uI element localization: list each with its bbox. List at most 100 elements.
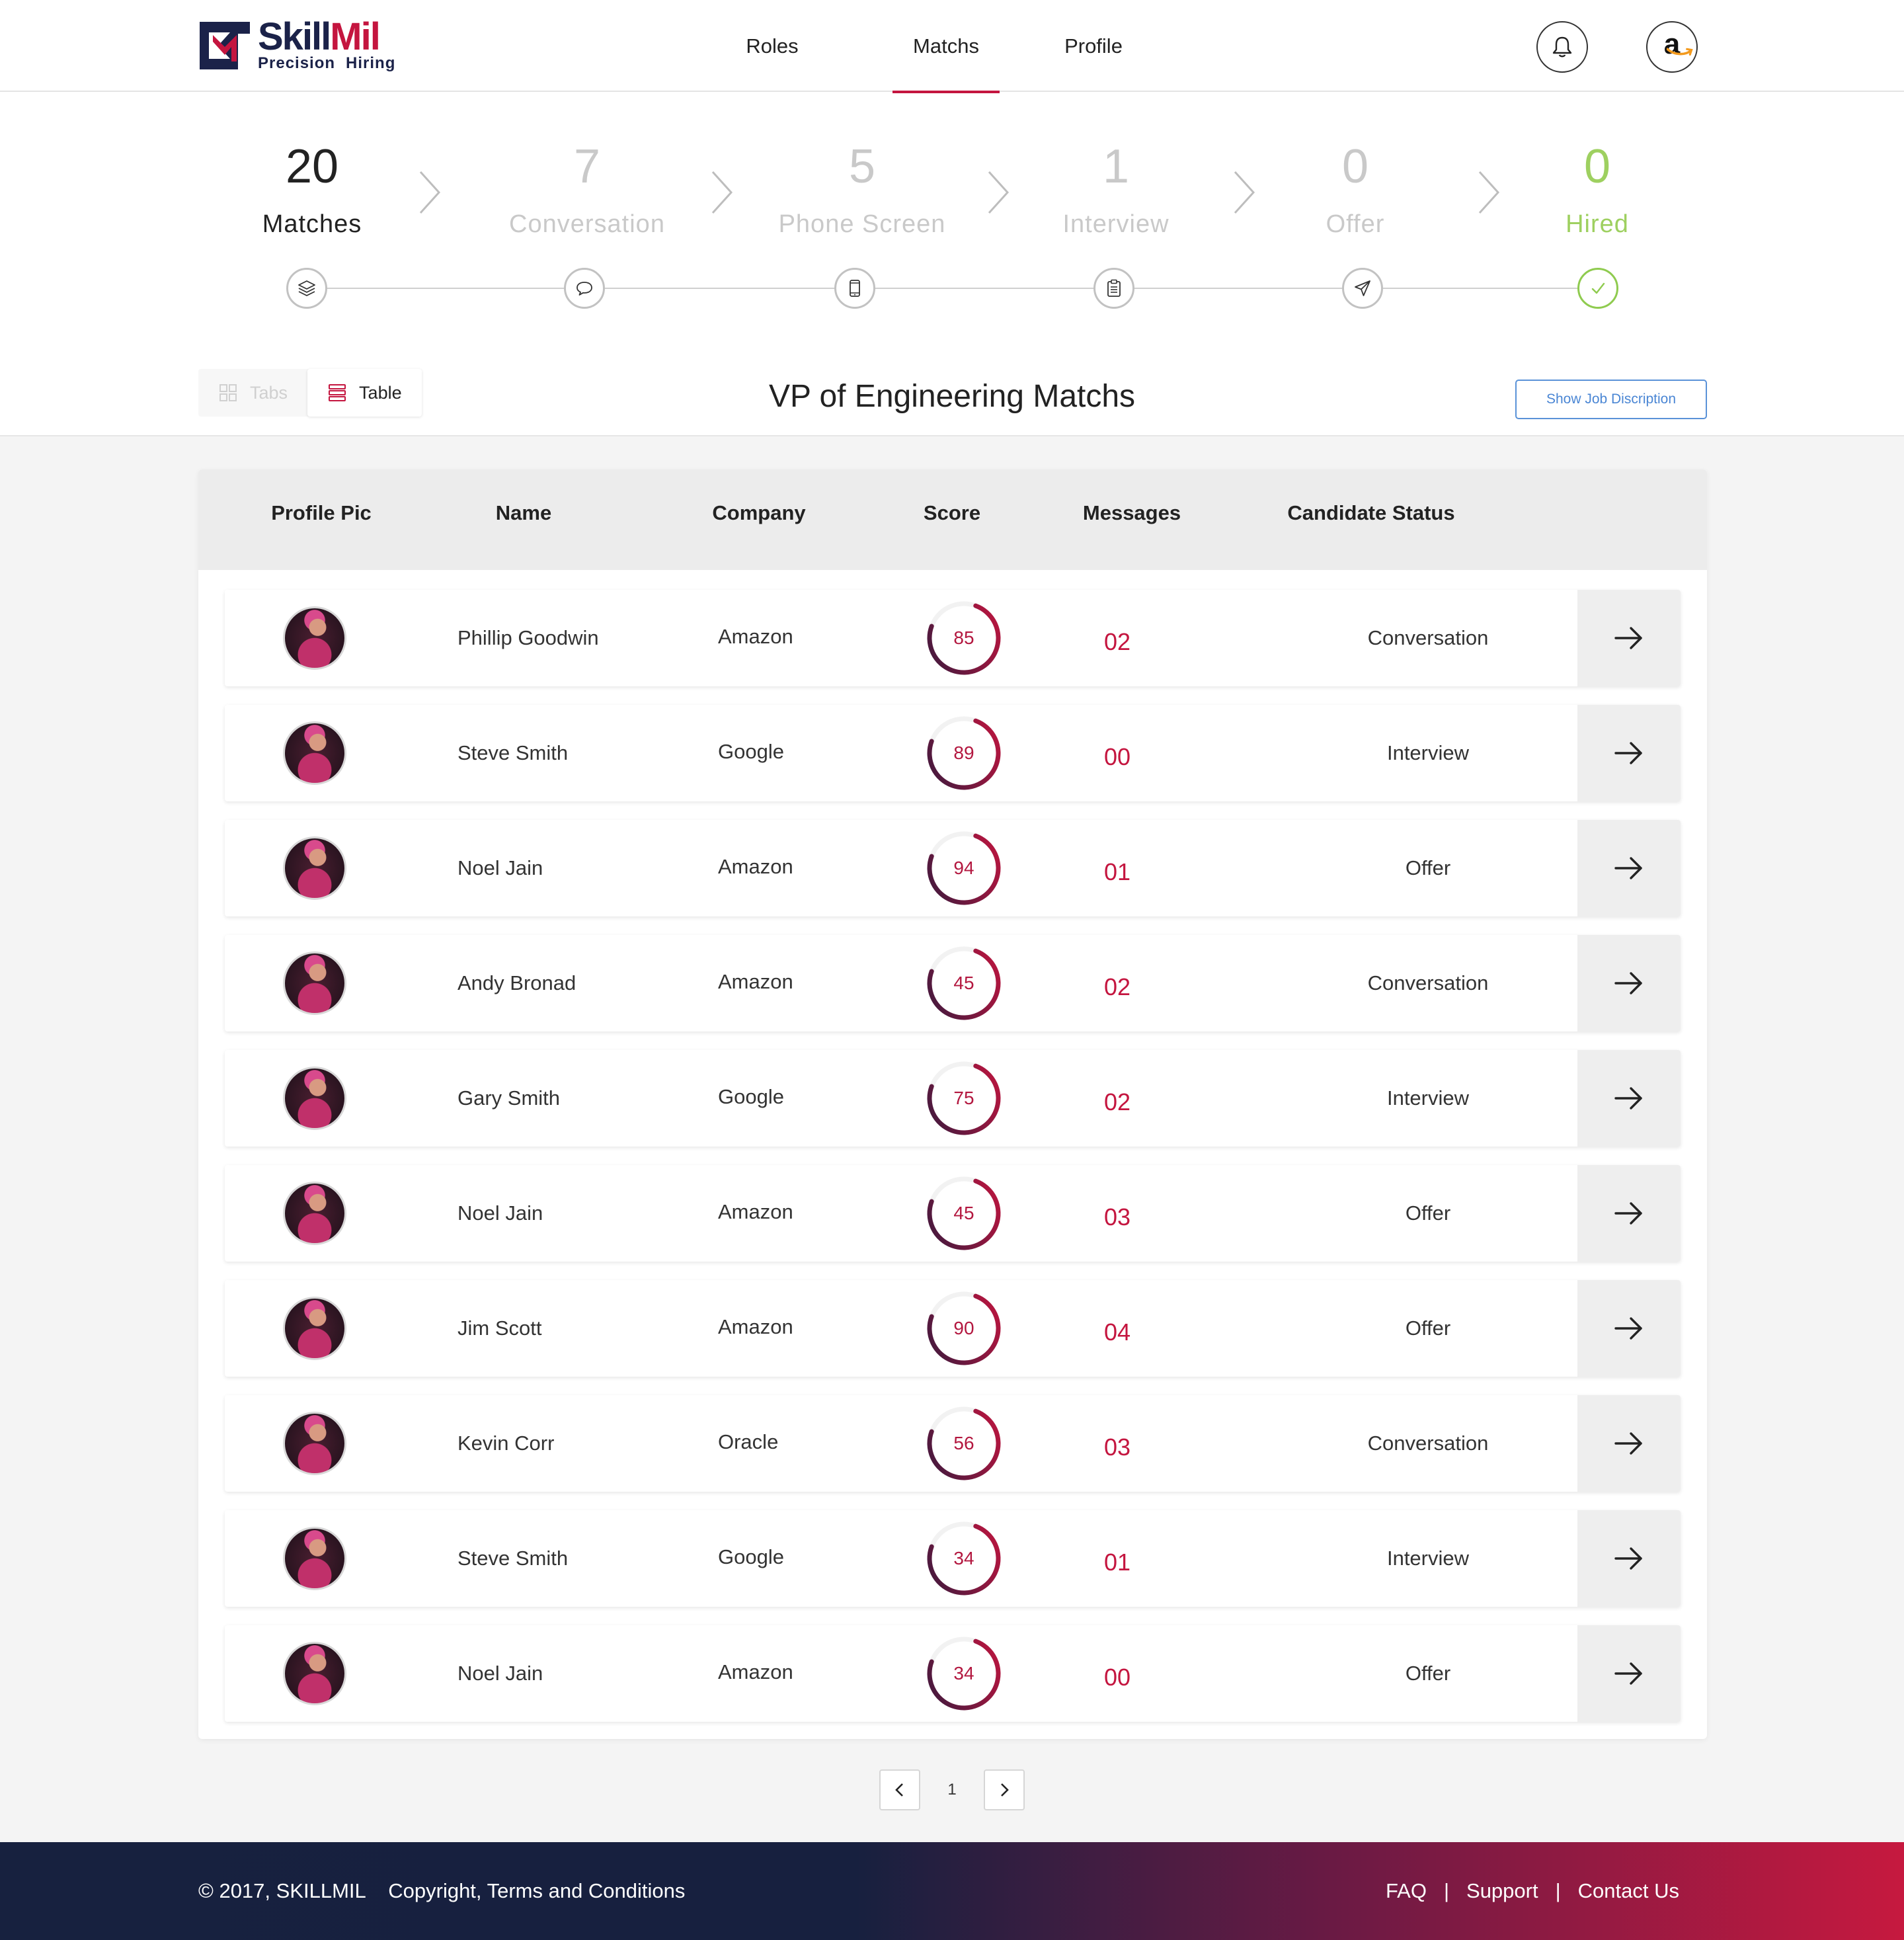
copyright-text: © 2017, SKILLMIL bbox=[198, 1879, 366, 1902]
score-value: 90 bbox=[953, 1318, 974, 1338]
table-row[interactable]: Noel Jain Amazon 34 00 Offer bbox=[225, 1625, 1681, 1722]
column-header-score[interactable]: Score bbox=[886, 469, 1018, 557]
table-row[interactable]: Steve Smith Google 89 00 Interview bbox=[225, 705, 1681, 801]
nav-profile[interactable]: Profile bbox=[1042, 0, 1145, 92]
candidate-name: Noel Jain bbox=[457, 1662, 543, 1685]
open-candidate-button[interactable] bbox=[1577, 1510, 1681, 1607]
chevron-right-icon bbox=[1478, 171, 1500, 214]
candidate-name: Kevin Corr bbox=[457, 1432, 555, 1455]
stage-node-matches[interactable] bbox=[286, 268, 327, 309]
nav-roles[interactable]: Roles bbox=[721, 0, 824, 92]
column-header-company[interactable]: Company bbox=[693, 469, 825, 557]
stage-node-hired[interactable] bbox=[1577, 268, 1618, 309]
stage-node-offer[interactable] bbox=[1342, 268, 1383, 309]
stage-count: 0 bbox=[1583, 140, 1611, 193]
message-count[interactable]: 03 bbox=[1078, 1399, 1157, 1496]
matches-table: Profile Pic Name Company Score Messages … bbox=[198, 469, 1707, 1739]
phone-icon bbox=[850, 280, 860, 297]
table-row[interactable]: Kevin Corr Oracle 56 03 Conversation bbox=[225, 1395, 1681, 1492]
avatar bbox=[283, 721, 346, 785]
candidate-status: Conversation bbox=[1367, 971, 1489, 994]
notifications-button[interactable] bbox=[1536, 21, 1588, 73]
open-candidate-button[interactable] bbox=[1577, 590, 1681, 686]
brand-name: SkillMil bbox=[258, 15, 381, 58]
stage-offer[interactable]: 0 Offer bbox=[1256, 140, 1454, 241]
candidate-name: Gary Smith bbox=[457, 1086, 561, 1110]
column-header-messages[interactable]: Messages bbox=[1066, 469, 1198, 557]
candidate-company: Amazon bbox=[718, 1315, 793, 1338]
stage-hired[interactable]: 0 Hired bbox=[1498, 140, 1696, 241]
column-header-candidate-status[interactable]: Candidate Status bbox=[1239, 469, 1503, 557]
message-count[interactable]: 01 bbox=[1078, 1514, 1157, 1611]
avatar bbox=[283, 1412, 346, 1475]
table-view-button[interactable]: Table bbox=[307, 369, 422, 417]
stage-interview[interactable]: 1 Interview bbox=[1017, 140, 1215, 241]
avatar bbox=[283, 1642, 346, 1705]
stage-phone-screen[interactable]: 5 Phone Screen bbox=[763, 140, 961, 241]
table-row[interactable]: Andy Bronad Amazon 45 02 Conversation bbox=[225, 935, 1681, 1031]
candidate-status: Interview bbox=[1386, 1547, 1470, 1570]
tabs-view-button[interactable]: Tabs bbox=[198, 369, 307, 417]
open-candidate-button[interactable] bbox=[1577, 1165, 1681, 1262]
message-count[interactable]: 01 bbox=[1078, 824, 1157, 920]
table-row[interactable]: Phillip Goodwin Amazon 85 02 Conversation bbox=[225, 590, 1681, 686]
candidate-status: Conversation bbox=[1367, 1432, 1489, 1455]
open-candidate-button[interactable] bbox=[1577, 935, 1681, 1031]
table-row[interactable]: Steve Smith Google 34 01 Interview bbox=[225, 1510, 1681, 1607]
skillmil-logo-mark-icon bbox=[200, 22, 250, 69]
terms-link[interactable]: Copyright, Terms and Conditions bbox=[388, 1879, 685, 1902]
nav-matchs[interactable]: Matchs bbox=[892, 0, 1000, 93]
message-count[interactable]: 03 bbox=[1078, 1169, 1157, 1266]
message-count[interactable]: 00 bbox=[1078, 1629, 1157, 1726]
open-candidate-button[interactable] bbox=[1577, 1395, 1681, 1492]
stage-conversation[interactable]: 7 Conversation bbox=[488, 140, 686, 241]
message-count[interactable]: 02 bbox=[1078, 939, 1157, 1035]
table-row[interactable]: Noel Jain Amazon 45 03 Offer bbox=[225, 1165, 1681, 1262]
skillmil-logo[interactable]: SkillMil Precision Hiring bbox=[198, 15, 395, 73]
support-link[interactable]: Support bbox=[1466, 1842, 1538, 1940]
arrow-right-icon bbox=[1614, 742, 1642, 764]
clipboard-icon bbox=[1107, 279, 1121, 297]
arrow-right-icon bbox=[1614, 627, 1642, 649]
message-count[interactable]: 02 bbox=[1078, 594, 1157, 690]
message-count[interactable]: 04 bbox=[1078, 1284, 1157, 1381]
check-icon bbox=[1591, 282, 1605, 294]
amazon-logo-icon: a bbox=[1664, 30, 1693, 59]
open-candidate-button[interactable] bbox=[1577, 1625, 1681, 1722]
score-ring: 94 bbox=[924, 829, 1004, 908]
stage-count: 20 bbox=[285, 140, 339, 193]
score-ring: 90 bbox=[924, 1289, 1004, 1368]
next-page-button[interactable] bbox=[984, 1769, 1025, 1810]
faq-link[interactable]: FAQ bbox=[1386, 1842, 1427, 1940]
message-count[interactable]: 00 bbox=[1078, 709, 1157, 805]
table-row[interactable]: Noel Jain Amazon 94 01 Offer bbox=[225, 820, 1681, 916]
account-avatar-button[interactable]: a bbox=[1646, 21, 1698, 73]
open-candidate-button[interactable] bbox=[1577, 820, 1681, 916]
stage-label: Hired bbox=[1566, 210, 1629, 238]
show-job-description-button[interactable]: Show Job Discription bbox=[1515, 380, 1707, 419]
previous-page-button[interactable] bbox=[879, 1769, 920, 1810]
candidate-company: Amazon bbox=[718, 970, 793, 993]
stage-node-conversation[interactable] bbox=[564, 268, 605, 309]
chevron-right-icon bbox=[711, 171, 733, 214]
column-header-profile-pic[interactable]: Profile Pic bbox=[255, 469, 387, 557]
column-header-name[interactable]: Name bbox=[457, 469, 590, 557]
candidate-company: Google bbox=[718, 740, 784, 763]
stage-matches[interactable]: 20 Matches bbox=[213, 140, 411, 241]
message-count[interactable]: 02 bbox=[1078, 1054, 1157, 1151]
chevron-right-icon bbox=[988, 171, 1010, 214]
table-row[interactable]: Jim Scott Amazon 90 04 Offer bbox=[225, 1280, 1681, 1377]
stage-node-phone-screen[interactable] bbox=[834, 268, 875, 309]
stage-node-interview[interactable] bbox=[1093, 268, 1134, 309]
candidate-name: Phillip Goodwin bbox=[457, 626, 599, 649]
table-row[interactable]: Gary Smith Google 75 02 Interview bbox=[225, 1050, 1681, 1147]
contact-us-link[interactable]: Contact Us bbox=[1578, 1842, 1679, 1940]
list-icon bbox=[329, 384, 346, 401]
open-candidate-button[interactable] bbox=[1577, 1050, 1681, 1147]
score-value: 94 bbox=[953, 858, 974, 878]
open-candidate-button[interactable] bbox=[1577, 705, 1681, 801]
candidate-company: Amazon bbox=[718, 1660, 793, 1683]
stage-label: Phone Screen bbox=[778, 210, 946, 238]
open-candidate-button[interactable] bbox=[1577, 1280, 1681, 1377]
current-page[interactable]: 1 bbox=[920, 1769, 984, 1810]
